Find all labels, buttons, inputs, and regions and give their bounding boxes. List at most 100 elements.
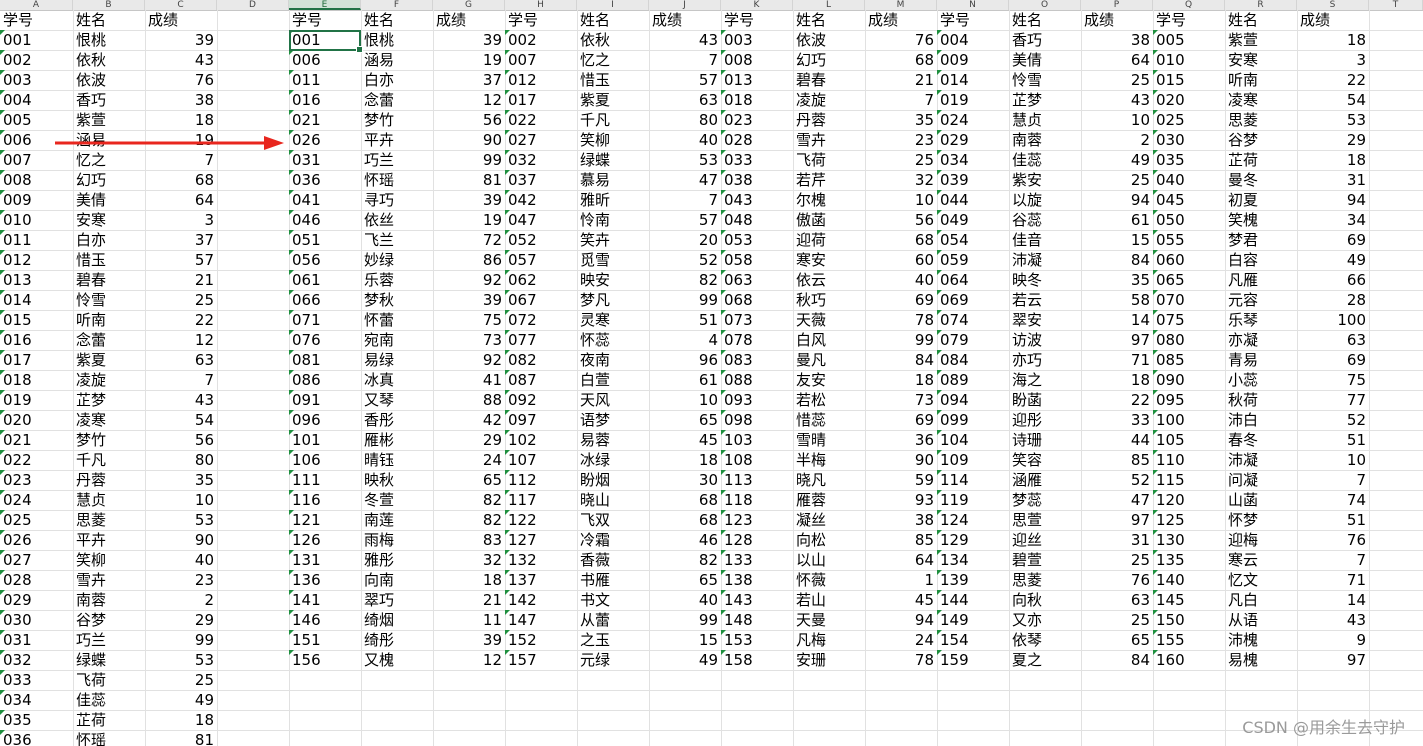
block-1-id-cell[interactable]: 076 bbox=[289, 330, 361, 350]
block-5-name-cell[interactable]: 易槐 bbox=[1225, 650, 1297, 670]
block-1-name-cell[interactable]: 雁彬 bbox=[361, 430, 433, 450]
block-4-id-cell[interactable]: 029 bbox=[937, 130, 1009, 150]
block-1-id-cell[interactable]: 066 bbox=[289, 290, 361, 310]
block-4-name-cell[interactable]: 迎丝 bbox=[1009, 530, 1081, 550]
source-score-cell[interactable]: 99 bbox=[145, 630, 217, 650]
block-4-id-cell[interactable]: 084 bbox=[937, 350, 1009, 370]
block-5-name-cell[interactable]: 青易 bbox=[1225, 350, 1297, 370]
block-5-score-cell[interactable]: 43 bbox=[1297, 610, 1369, 630]
block-2-score-cell[interactable]: 7 bbox=[649, 190, 721, 210]
block-2-id-cell[interactable]: 122 bbox=[505, 510, 577, 530]
block-4-name-cell[interactable]: 碧萱 bbox=[1009, 550, 1081, 570]
block-2-score-cell[interactable]: 15 bbox=[649, 630, 721, 650]
block-3-name-cell[interactable]: 若芹 bbox=[793, 170, 865, 190]
source-id-cell[interactable]: 031 bbox=[0, 630, 73, 650]
block-2-score-cell[interactable]: 18 bbox=[649, 450, 721, 470]
block-4-id-cell[interactable]: 074 bbox=[937, 310, 1009, 330]
block-5-id-cell[interactable]: 140 bbox=[1153, 570, 1225, 590]
block-2-name-cell[interactable]: 语梦 bbox=[577, 410, 649, 430]
block-4-id-cell[interactable]: 024 bbox=[937, 110, 1009, 130]
block-5-score-cell[interactable]: 69 bbox=[1297, 230, 1369, 250]
block-3-id-cell[interactable]: 058 bbox=[721, 250, 793, 270]
block-1-score-cell[interactable]: 82 bbox=[433, 490, 505, 510]
block-3-id-cell[interactable]: 108 bbox=[721, 450, 793, 470]
block-5-name-cell[interactable]: 秋荷 bbox=[1225, 390, 1297, 410]
block-1-id-cell[interactable]: 116 bbox=[289, 490, 361, 510]
source-score-cell[interactable]: 40 bbox=[145, 550, 217, 570]
column-header-q[interactable]: Q bbox=[1153, 0, 1225, 10]
block-1-id-cell[interactable]: 131 bbox=[289, 550, 361, 570]
block-4-score-cell[interactable]: 18 bbox=[1081, 370, 1153, 390]
block-3-name-cell[interactable]: 飞荷 bbox=[793, 150, 865, 170]
block-5-name-cell[interactable]: 芷荷 bbox=[1225, 150, 1297, 170]
source-score-cell[interactable]: 7 bbox=[145, 370, 217, 390]
source-id-cell[interactable]: 001 bbox=[0, 30, 73, 50]
block-5-score-cell[interactable]: 10 bbox=[1297, 450, 1369, 470]
block-1-id-cell[interactable]: 146 bbox=[289, 610, 361, 630]
block-2-score-cell[interactable]: 99 bbox=[649, 290, 721, 310]
block-3-score-cell[interactable]: 21 bbox=[865, 70, 937, 90]
block-2-score-cell[interactable]: 61 bbox=[649, 370, 721, 390]
block-5-id-cell[interactable]: 135 bbox=[1153, 550, 1225, 570]
block-1-score-cell[interactable]: 90 bbox=[433, 130, 505, 150]
block-2-name-cell[interactable]: 白萱 bbox=[577, 370, 649, 390]
block-4-name-cell[interactable]: 夏之 bbox=[1009, 650, 1081, 670]
block-2-id-cell[interactable]: 097 bbox=[505, 410, 577, 430]
block-2-score-cell[interactable]: 65 bbox=[649, 570, 721, 590]
block-2-score-cell[interactable]: 80 bbox=[649, 110, 721, 130]
block-1-score-cell[interactable]: 82 bbox=[433, 510, 505, 530]
block-2-id-cell[interactable]: 102 bbox=[505, 430, 577, 450]
block-5-id-cell[interactable]: 085 bbox=[1153, 350, 1225, 370]
source-score-cell[interactable]: 22 bbox=[145, 310, 217, 330]
block-2-name-cell[interactable]: 天风 bbox=[577, 390, 649, 410]
block-3-score-cell[interactable]: 76 bbox=[865, 30, 937, 50]
block-5-score-cell[interactable]: 34 bbox=[1297, 210, 1369, 230]
block-2-id-cell[interactable]: 087 bbox=[505, 370, 577, 390]
block-2-score-cell[interactable]: 52 bbox=[649, 250, 721, 270]
column-header-n[interactable]: N bbox=[937, 0, 1009, 10]
block-1-name-cell[interactable]: 飞兰 bbox=[361, 230, 433, 250]
block-1-name-cell[interactable]: 易绿 bbox=[361, 350, 433, 370]
source-id-cell[interactable]: 003 bbox=[0, 70, 73, 90]
block-3-name-cell[interactable]: 丹蓉 bbox=[793, 110, 865, 130]
source-score-cell[interactable]: 54 bbox=[145, 410, 217, 430]
block-5-id-cell[interactable]: 105 bbox=[1153, 430, 1225, 450]
block-4-id-cell[interactable]: 134 bbox=[937, 550, 1009, 570]
block-3-name-cell[interactable]: 幻巧 bbox=[793, 50, 865, 70]
block-5-score-cell[interactable]: 77 bbox=[1297, 390, 1369, 410]
block-2-score-cell[interactable]: 53 bbox=[649, 150, 721, 170]
column-header-d[interactable]: D bbox=[217, 0, 289, 10]
block-5-name-cell[interactable]: 梦君 bbox=[1225, 230, 1297, 250]
block-5-score-cell[interactable]: 100 bbox=[1297, 310, 1369, 330]
block-1-id-cell[interactable]: 136 bbox=[289, 570, 361, 590]
block-4-score-cell[interactable]: 58 bbox=[1081, 290, 1153, 310]
block-5-score-cell[interactable]: 3 bbox=[1297, 50, 1369, 70]
block-3-name-cell[interactable]: 雪卉 bbox=[793, 130, 865, 150]
source-name-cell[interactable]: 忆之 bbox=[73, 150, 145, 170]
block-3-score-cell[interactable]: 23 bbox=[865, 130, 937, 150]
block-2-score-cell[interactable]: 99 bbox=[649, 610, 721, 630]
block-3-score-cell[interactable]: 93 bbox=[865, 490, 937, 510]
block-4-name-cell[interactable]: 佳蕊 bbox=[1009, 150, 1081, 170]
block-4-id-cell[interactable]: 009 bbox=[937, 50, 1009, 70]
block-5-score-cell[interactable]: 71 bbox=[1297, 570, 1369, 590]
block-3-name-cell[interactable]: 秋巧 bbox=[793, 290, 865, 310]
block-4-name-cell[interactable]: 向秋 bbox=[1009, 590, 1081, 610]
column-header-f[interactable]: F bbox=[361, 0, 433, 10]
block-5-name-cell[interactable]: 白容 bbox=[1225, 250, 1297, 270]
block-5-name-cell[interactable]: 元容 bbox=[1225, 290, 1297, 310]
block-2-score-cell[interactable]: 82 bbox=[649, 550, 721, 570]
block-3-score-cell[interactable]: 84 bbox=[865, 350, 937, 370]
block-4-score-cell[interactable]: 63 bbox=[1081, 590, 1153, 610]
block-2-name-cell[interactable]: 千凡 bbox=[577, 110, 649, 130]
block-4-score-cell[interactable]: 76 bbox=[1081, 570, 1153, 590]
block-1-name-cell[interactable]: 翠巧 bbox=[361, 590, 433, 610]
block-4-header-score[interactable]: 成绩 bbox=[1081, 10, 1153, 30]
block-4-name-cell[interactable]: 涵雁 bbox=[1009, 470, 1081, 490]
block-2-id-cell[interactable]: 132 bbox=[505, 550, 577, 570]
source-id-cell[interactable]: 019 bbox=[0, 390, 73, 410]
source-name-cell[interactable]: 紫萱 bbox=[73, 110, 145, 130]
block-1-score-cell[interactable]: 72 bbox=[433, 230, 505, 250]
block-5-name-cell[interactable]: 春冬 bbox=[1225, 430, 1297, 450]
block-4-id-cell[interactable]: 119 bbox=[937, 490, 1009, 510]
